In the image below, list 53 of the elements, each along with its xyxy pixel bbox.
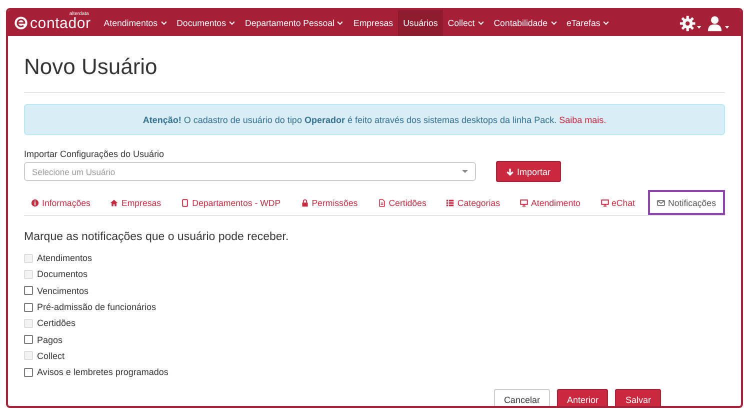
checkbox[interactable] <box>24 286 33 296</box>
primary-button[interactable]: Anterior <box>556 389 608 406</box>
monitor-icon <box>520 198 528 206</box>
tab[interactable]: Categorias <box>439 190 507 215</box>
checkbox-label: Documentos <box>37 269 88 280</box>
checkbox-label: Collect <box>37 350 65 361</box>
logo-icon <box>14 16 28 30</box>
nav-item[interactable]: eTarefas <box>562 10 614 36</box>
nav-item[interactable]: Collect <box>442 10 489 36</box>
tab[interactable]: eChat <box>594 190 642 215</box>
checkbox-label: Certidões <box>37 318 76 328</box>
tab[interactable]: Certidões <box>370 190 434 215</box>
checkbox[interactable] <box>24 368 33 377</box>
checkbox-label: Atendimentos <box>37 253 92 264</box>
tab[interactable]: Informações <box>24 190 98 215</box>
nav-item[interactable]: Atendimentos <box>98 10 172 36</box>
checkbox[interactable] <box>24 335 33 344</box>
checkbox-label: Vencimentos <box>37 286 89 296</box>
info-icon <box>31 198 39 206</box>
tab[interactable]: Departamentos - WDP <box>174 190 288 215</box>
monitor-icon <box>600 198 608 206</box>
list-icon <box>446 198 454 206</box>
brand-name: contador <box>30 14 91 32</box>
tab[interactable]: Notificações <box>648 190 725 215</box>
primary-button[interactable]: Salvar <box>615 389 661 406</box>
arrow-down-icon <box>506 168 514 176</box>
checkbox-label: Pagos <box>37 334 63 345</box>
tab[interactable]: Permissões <box>294 190 365 215</box>
tab[interactable]: Atendimento <box>513 190 588 215</box>
learn-more-link[interactable]: Saiba mais. <box>559 115 606 125</box>
user-select[interactable]: Selecione um Usuário <box>24 162 476 181</box>
nav-item[interactable]: Documentos <box>172 10 240 36</box>
field-label: Importar Configurações do Usuário <box>24 149 166 159</box>
tab[interactable]: Empresas <box>103 190 168 215</box>
checkbox-label: Pré-admissão de funcionários <box>37 302 156 312</box>
user-icon[interactable] <box>707 14 731 32</box>
alert-text: Atenção! O cadastro de usuário do tipo Operador é feito através dos sistemas desktops da linha Pack. <box>142 115 557 125</box>
settings-icon[interactable] <box>679 14 703 32</box>
nav-item[interactable]: Empresas <box>348 10 398 36</box>
page-title: Novo Usuário <box>24 54 158 80</box>
checkbox[interactable] <box>24 302 33 312</box>
import-button[interactable]: Importar <box>496 161 561 182</box>
cancel-button[interactable]: Cancelar <box>494 389 550 406</box>
home-icon <box>110 198 118 206</box>
nav-item[interactable]: Usuários <box>398 10 443 36</box>
document-icon <box>378 198 386 206</box>
section-heading: Marque as notificações que o usuário pode receber. <box>24 231 290 243</box>
tablet-icon <box>181 198 190 206</box>
nav-item[interactable]: Departamento Pessoal <box>240 10 348 36</box>
checkbox-label: Avisos e lembretes programados <box>37 367 168 378</box>
nav-item[interactable]: Contabilidade <box>488 10 562 36</box>
envelope-icon <box>657 198 666 206</box>
lock-icon <box>300 198 309 206</box>
